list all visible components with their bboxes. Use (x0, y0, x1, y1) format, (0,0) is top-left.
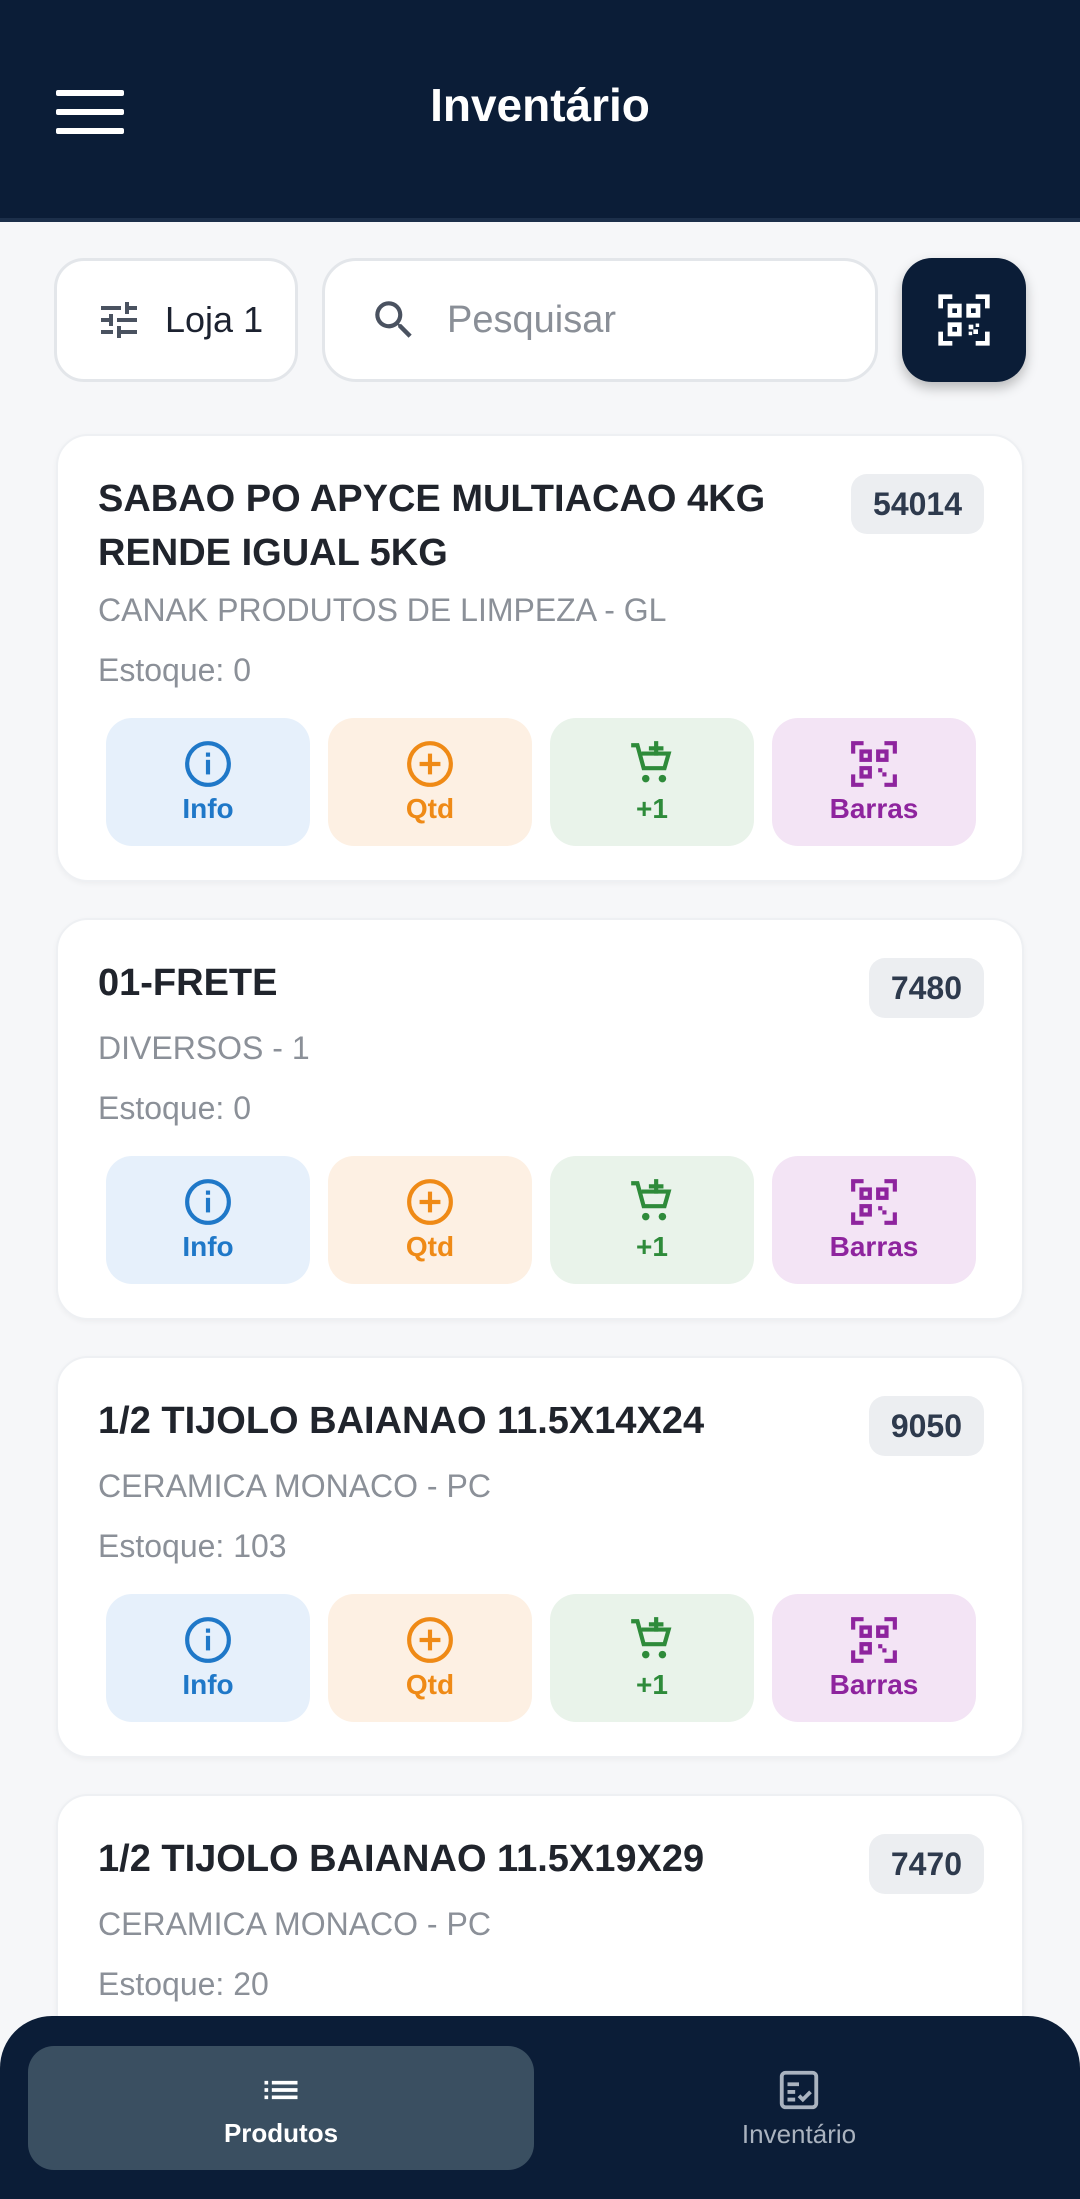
list-icon (264, 2080, 298, 2099)
qtd-button[interactable]: Qtd (328, 1594, 532, 1722)
qr-code-icon (851, 1179, 897, 1225)
barcode-button[interactable]: Barras (772, 718, 976, 846)
add-cart-icon (631, 1617, 672, 1659)
add-cart-icon (631, 1179, 672, 1221)
add-circle-icon (407, 1617, 453, 1663)
product-actions: Info Qtd +1 Barras (106, 1594, 976, 1722)
product-actions: Info Qtd +1 Barras (106, 1156, 976, 1284)
product-name: 1/2 TIJOLO BAIANAO 11.5X19X29 (98, 1838, 705, 1880)
info-button[interactable]: Info (106, 1594, 310, 1722)
product-code-badge: 7480 (868, 958, 984, 1018)
qtd-label: Qtd (405, 1669, 455, 1700)
barcode-label: Barras (829, 793, 919, 824)
product-name: SABAO PO APYCE MULTIACAO 4KG RENDE IGUAL… (98, 478, 766, 574)
search-input[interactable] (447, 298, 807, 342)
add-one-button[interactable]: +1 (550, 1156, 754, 1284)
qtd-label: Qtd (405, 793, 455, 824)
bottom-navigation: Produtos Inventário (0, 2016, 1080, 2199)
product-supplier: CERAMICA MONACO - PC (98, 1468, 491, 1504)
product-stock: Estoque: 0 (98, 1090, 251, 1126)
barcode-button[interactable]: Barras (772, 1156, 976, 1284)
add-circle-icon (407, 1179, 453, 1225)
qr-code-icon (851, 741, 897, 787)
info-button[interactable]: Info (106, 1156, 310, 1284)
nav-products-label: Produtos (223, 2117, 339, 2148)
product-code-badge: 9050 (868, 1396, 984, 1456)
info-label: Info (182, 1669, 234, 1700)
product-card[interactable]: SABAO PO APYCE MULTIACAO 4KG RENDE IGUAL… (56, 434, 1024, 882)
product-name: 1/2 TIJOLO BAIANAO 11.5X14X24 (98, 1400, 705, 1442)
product-supplier: DIVERSOS - 1 (98, 1030, 310, 1066)
nav-products-tab[interactable]: Produtos (28, 2046, 534, 2170)
info-icon (185, 1617, 231, 1663)
product-stock: Estoque: 103 (98, 1528, 287, 1564)
barcode-button[interactable]: Barras (772, 1594, 976, 1722)
nav-inventory-tab[interactable]: Inventário (546, 2046, 1052, 2170)
filter-row: Loja 1 (54, 258, 1026, 382)
qtd-button[interactable]: Qtd (328, 1156, 532, 1284)
product-name: 01-FRETE (98, 962, 278, 1004)
page-title: Inventário (430, 79, 650, 131)
store-label: Loja 1 (165, 299, 264, 340)
product-card[interactable]: 01-FRETE 7480 DIVERSOS - 1 Estoque: 0 In… (56, 918, 1024, 1320)
add-one-label: +1 (636, 1231, 668, 1262)
qtd-button[interactable]: Qtd (328, 718, 532, 846)
add-one-button[interactable]: +1 (550, 1594, 754, 1722)
barcode-scan-button[interactable] (902, 258, 1026, 382)
product-stock: Estoque: 0 (98, 652, 251, 688)
product-code-badge: 7470 (868, 1834, 984, 1894)
product-stock: Estoque: 20 (98, 1966, 269, 2002)
qtd-label: Qtd (405, 1231, 455, 1262)
info-label: Info (182, 793, 234, 824)
tune-icon (101, 302, 137, 338)
info-button[interactable]: Info (106, 718, 310, 846)
product-supplier: CANAK PRODUTOS DE LIMPEZA - GL (98, 592, 667, 628)
app-bar: Inventário (0, 0, 1080, 222)
add-one-button[interactable]: +1 (550, 718, 754, 846)
search-icon (375, 301, 412, 338)
qr-code-icon (851, 1617, 897, 1663)
add-one-label: +1 (636, 793, 668, 824)
barcode-label: Barras (829, 1669, 919, 1700)
info-label: Info (182, 1231, 234, 1262)
search-box[interactable] (322, 258, 878, 382)
product-card[interactable]: 1/2 TIJOLO BAIANAO 11.5X14X24 9050 CERAM… (56, 1356, 1024, 1758)
info-icon (185, 1179, 231, 1225)
checklist-icon (779, 2070, 819, 2109)
product-code-badge: 54014 (851, 474, 984, 534)
nav-inventory-label: Inventário (741, 2118, 857, 2149)
qr-scan-icon (938, 294, 990, 346)
product-supplier: CERAMICA MONACO - PC (98, 1906, 491, 1942)
add-one-label: +1 (636, 1669, 668, 1700)
product-actions: Info Qtd +1 Barras (106, 718, 976, 846)
barcode-label: Barras (829, 1231, 919, 1262)
add-cart-icon (631, 741, 672, 783)
info-icon (185, 741, 231, 787)
add-circle-icon (407, 741, 453, 787)
store-filter-button[interactable]: Loja 1 (54, 258, 298, 382)
